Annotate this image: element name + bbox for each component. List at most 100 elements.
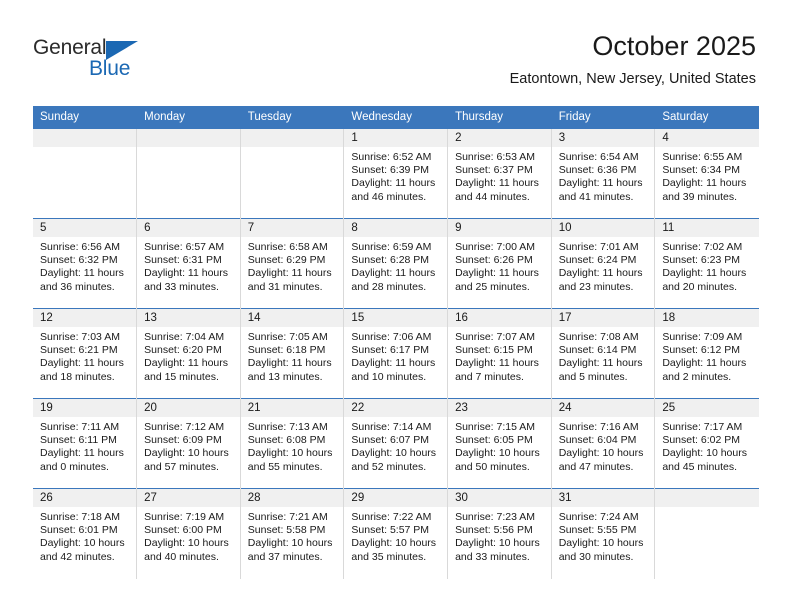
calendar-day-cell[interactable]: 10 Sunrise: 7:01 AM Sunset: 6:24 PM Dayligh…: [551, 218, 656, 309]
calendar-day-cell[interactable]: 29 Sunrise: 7:22 AM Sunset: 5:57 PM Dayligh…: [343, 488, 449, 579]
day-number: 6: [137, 219, 240, 237]
day-details: Sunrise: 6:54 AM Sunset: 6:36 PM Daylight:…: [552, 147, 655, 204]
sunset-text: Sunset: 6:02 PM: [662, 434, 740, 447]
day-number: 5: [33, 219, 137, 237]
day-number: 30: [448, 489, 551, 507]
calendar-day-cell[interactable]: 13 Sunrise: 7:04 AM Sunset: 6:20 PM Dayligh…: [136, 308, 241, 399]
calendar-day-cell[interactable]: 22 Sunrise: 7:14 AM Sunset: 6:07 PM Dayligh…: [343, 398, 449, 489]
sunset-text: Sunset: 5:57 PM: [351, 524, 430, 537]
day-details: Sunrise: 7:24 AM Sunset: 5:55 PM Daylight:…: [552, 507, 655, 564]
day-number: 18: [655, 309, 759, 327]
weekday-header-thursday: Thursday: [447, 106, 552, 129]
daylight-text: Daylight: 10 hours and 57 minutes.: [144, 447, 229, 473]
sunset-text: Sunset: 5:56 PM: [455, 524, 533, 537]
day-details: Sunrise: 7:08 AM Sunset: 6:14 PM Daylight:…: [552, 327, 655, 384]
day-details: Sunrise: 7:18 AM Sunset: 6:01 PM Daylight:…: [33, 507, 136, 564]
daylight-text: Daylight: 11 hours and 10 minutes.: [351, 357, 436, 383]
daylight-text: Daylight: 10 hours and 52 minutes.: [351, 447, 437, 473]
day-number: 12: [33, 309, 137, 327]
calendar-day-cell[interactable]: 1 Sunrise: 6:52 AM Sunset: 6:39 PM Daylight…: [343, 128, 449, 219]
calendar-day-cell[interactable]: 7 Sunrise: 6:58 AM Sunset: 6:29 PM Daylight…: [240, 218, 345, 309]
sunrise-text: Sunrise: 7:17 AM: [662, 421, 743, 433]
sunrise-text: Sunrise: 7:15 AM: [455, 421, 536, 433]
sunrise-text: Sunrise: 7:14 AM: [351, 421, 432, 433]
day-number: 26: [33, 489, 137, 507]
day-details: Sunrise: 7:01 AM Sunset: 6:24 PM Daylight:…: [552, 237, 655, 294]
sunset-text: Sunset: 6:39 PM: [351, 164, 430, 177]
weekday-header-tuesday: Tuesday: [240, 106, 345, 129]
calendar-day-cell[interactable]: 15 Sunrise: 7:06 AM Sunset: 6:17 PM Dayligh…: [343, 308, 449, 399]
daylight-text: Daylight: 10 hours and 50 minutes.: [455, 447, 540, 473]
calendar-day-cell[interactable]: 21 Sunrise: 7:13 AM Sunset: 6:08 PM Dayligh…: [240, 398, 345, 489]
calendar-day-cell[interactable]: 8 Sunrise: 6:59 AM Sunset: 6:28 PM Daylight…: [343, 218, 449, 309]
day-details: Sunrise: 7:21 AM Sunset: 5:58 PM Daylight:…: [241, 507, 344, 564]
sunrise-text: Sunrise: 6:54 AM: [558, 151, 639, 163]
sunset-text: Sunset: 6:24 PM: [558, 254, 637, 267]
calendar-day-cell[interactable]: 3 Sunrise: 6:54 AM Sunset: 6:36 PM Daylight…: [551, 128, 656, 219]
day-number: 19: [33, 399, 137, 417]
calendar-day-cell[interactable]: 30 Sunrise: 7:23 AM Sunset: 5:56 PM Dayligh…: [447, 488, 552, 579]
daylight-text: Daylight: 11 hours and 13 minutes.: [247, 357, 332, 383]
day-number: 8: [344, 219, 448, 237]
calendar-day-cell[interactable]: 20 Sunrise: 7:12 AM Sunset: 6:09 PM Dayligh…: [136, 398, 241, 489]
calendar-day-cell[interactable]: 28 Sunrise: 7:21 AM Sunset: 5:58 PM Dayligh…: [240, 488, 345, 579]
calendar-day-cell[interactable]: 4 Sunrise: 6:55 AM Sunset: 6:34 PM Daylight…: [654, 128, 759, 219]
calendar-day-cell[interactable]: 17 Sunrise: 7:08 AM Sunset: 6:14 PM Dayligh…: [551, 308, 656, 399]
calendar-day-cell[interactable]: 18 Sunrise: 7:09 AM Sunset: 6:12 PM Dayligh…: [654, 308, 759, 399]
day-number: 3: [551, 129, 655, 147]
calendar-day-cell[interactable]: 23 Sunrise: 7:15 AM Sunset: 6:05 PM Dayligh…: [447, 398, 552, 489]
day-details: Sunrise: 7:22 AM Sunset: 5:57 PM Daylight:…: [344, 507, 447, 564]
page-title: October 2025: [592, 31, 756, 61]
calendar-day-cell[interactable]: 31 Sunrise: 7:24 AM Sunset: 5:55 PM Dayligh…: [551, 488, 656, 579]
calendar-day-cell[interactable]: 11 Sunrise: 7:02 AM Sunset: 6:23 PM Dayligh…: [654, 218, 759, 309]
daylight-text: Daylight: 10 hours and 35 minutes.: [351, 537, 437, 563]
day-details: Sunrise: 7:00 AM Sunset: 6:26 PM Daylight:…: [448, 237, 551, 294]
sunrise-text: Sunrise: 7:06 AM: [351, 331, 432, 343]
calendar-day-cell[interactable]: 25 Sunrise: 7:17 AM Sunset: 6:02 PM Dayligh…: [654, 398, 759, 489]
day-details: Sunrise: 7:16 AM Sunset: 6:04 PM Daylight:…: [552, 417, 655, 474]
day-number: 2: [448, 129, 551, 147]
calendar-week-row: 5 Sunrise: 6:56 AM Sunset: 6:32 PM Daylight…: [33, 218, 759, 309]
general-blue-logo[interactable]: General Blue: [33, 36, 233, 86]
calendar-day-cell[interactable]: 19 Sunrise: 7:11 AM Sunset: 6:11 PM Dayligh…: [33, 398, 138, 489]
weekday-header-sunday: Sunday: [33, 106, 138, 129]
calendar-day-cell-empty: [240, 128, 345, 219]
sunset-text: Sunset: 6:34 PM: [662, 164, 740, 177]
calendar-day-cell[interactable]: 12 Sunrise: 7:03 AM Sunset: 6:21 PM Dayligh…: [33, 308, 138, 399]
sunrise-text: Sunrise: 7:05 AM: [247, 331, 328, 343]
calendar-day-cell[interactable]: 27 Sunrise: 7:19 AM Sunset: 6:00 PM Dayligh…: [136, 488, 241, 579]
daylight-text: Daylight: 11 hours and 2 minutes.: [662, 357, 747, 383]
calendar-day-cell[interactable]: 2 Sunrise: 6:53 AM Sunset: 6:37 PM Daylight…: [447, 128, 552, 219]
sunrise-text: Sunrise: 7:23 AM: [455, 511, 536, 523]
calendar-day-cell[interactable]: 24 Sunrise: 7:16 AM Sunset: 6:04 PM Dayligh…: [551, 398, 656, 489]
day-details: Sunrise: 7:09 AM Sunset: 6:12 PM Daylight:…: [655, 327, 758, 384]
daylight-text: Daylight: 11 hours and 18 minutes.: [40, 357, 124, 383]
day-details: Sunrise: 7:07 AM Sunset: 6:15 PM Daylight:…: [448, 327, 551, 384]
day-number: 22: [344, 399, 448, 417]
title-block: October 2025 Eatontown, New Jersey, Unit…: [510, 30, 756, 89]
sunset-text: Sunset: 6:17 PM: [351, 344, 430, 357]
calendar-day-cell-empty: [33, 128, 138, 219]
daylight-text: Daylight: 11 hours and 23 minutes.: [558, 267, 643, 293]
sunrise-text: Sunrise: 7:04 AM: [144, 331, 225, 343]
day-number: [33, 129, 137, 147]
calendar-day-cell[interactable]: 14 Sunrise: 7:05 AM Sunset: 6:18 PM Dayligh…: [240, 308, 345, 399]
daylight-text: Daylight: 11 hours and 31 minutes.: [247, 267, 332, 293]
calendar-day-cell[interactable]: 9 Sunrise: 7:00 AM Sunset: 6:26 PM Daylight…: [447, 218, 552, 309]
day-details: Sunrise: 6:55 AM Sunset: 6:34 PM Daylight:…: [655, 147, 758, 204]
sunrise-text: Sunrise: 7:08 AM: [558, 331, 639, 343]
sunset-text: Sunset: 6:28 PM: [351, 254, 430, 267]
calendar-day-cell[interactable]: 26 Sunrise: 7:18 AM Sunset: 6:01 PM Dayligh…: [33, 488, 138, 579]
daylight-text: Daylight: 10 hours and 55 minutes.: [247, 447, 333, 473]
calendar-day-cell[interactable]: 5 Sunrise: 6:56 AM Sunset: 6:32 PM Daylight…: [33, 218, 138, 309]
daylight-text: Daylight: 11 hours and 0 minutes.: [40, 447, 124, 473]
calendar-day-cell[interactable]: 16 Sunrise: 7:07 AM Sunset: 6:15 PM Dayligh…: [447, 308, 552, 399]
day-number: 13: [137, 309, 240, 327]
day-number: 16: [448, 309, 551, 327]
daylight-text: Daylight: 11 hours and 39 minutes.: [662, 177, 747, 203]
sunset-text: Sunset: 6:23 PM: [662, 254, 740, 267]
day-details: Sunrise: 7:13 AM Sunset: 6:08 PM Daylight:…: [241, 417, 344, 474]
calendar-day-cell[interactable]: 6 Sunrise: 6:57 AM Sunset: 6:31 PM Daylight…: [136, 218, 241, 309]
sunset-text: Sunset: 6:21 PM: [40, 344, 118, 357]
daylight-text: Daylight: 10 hours and 47 minutes.: [558, 447, 644, 473]
